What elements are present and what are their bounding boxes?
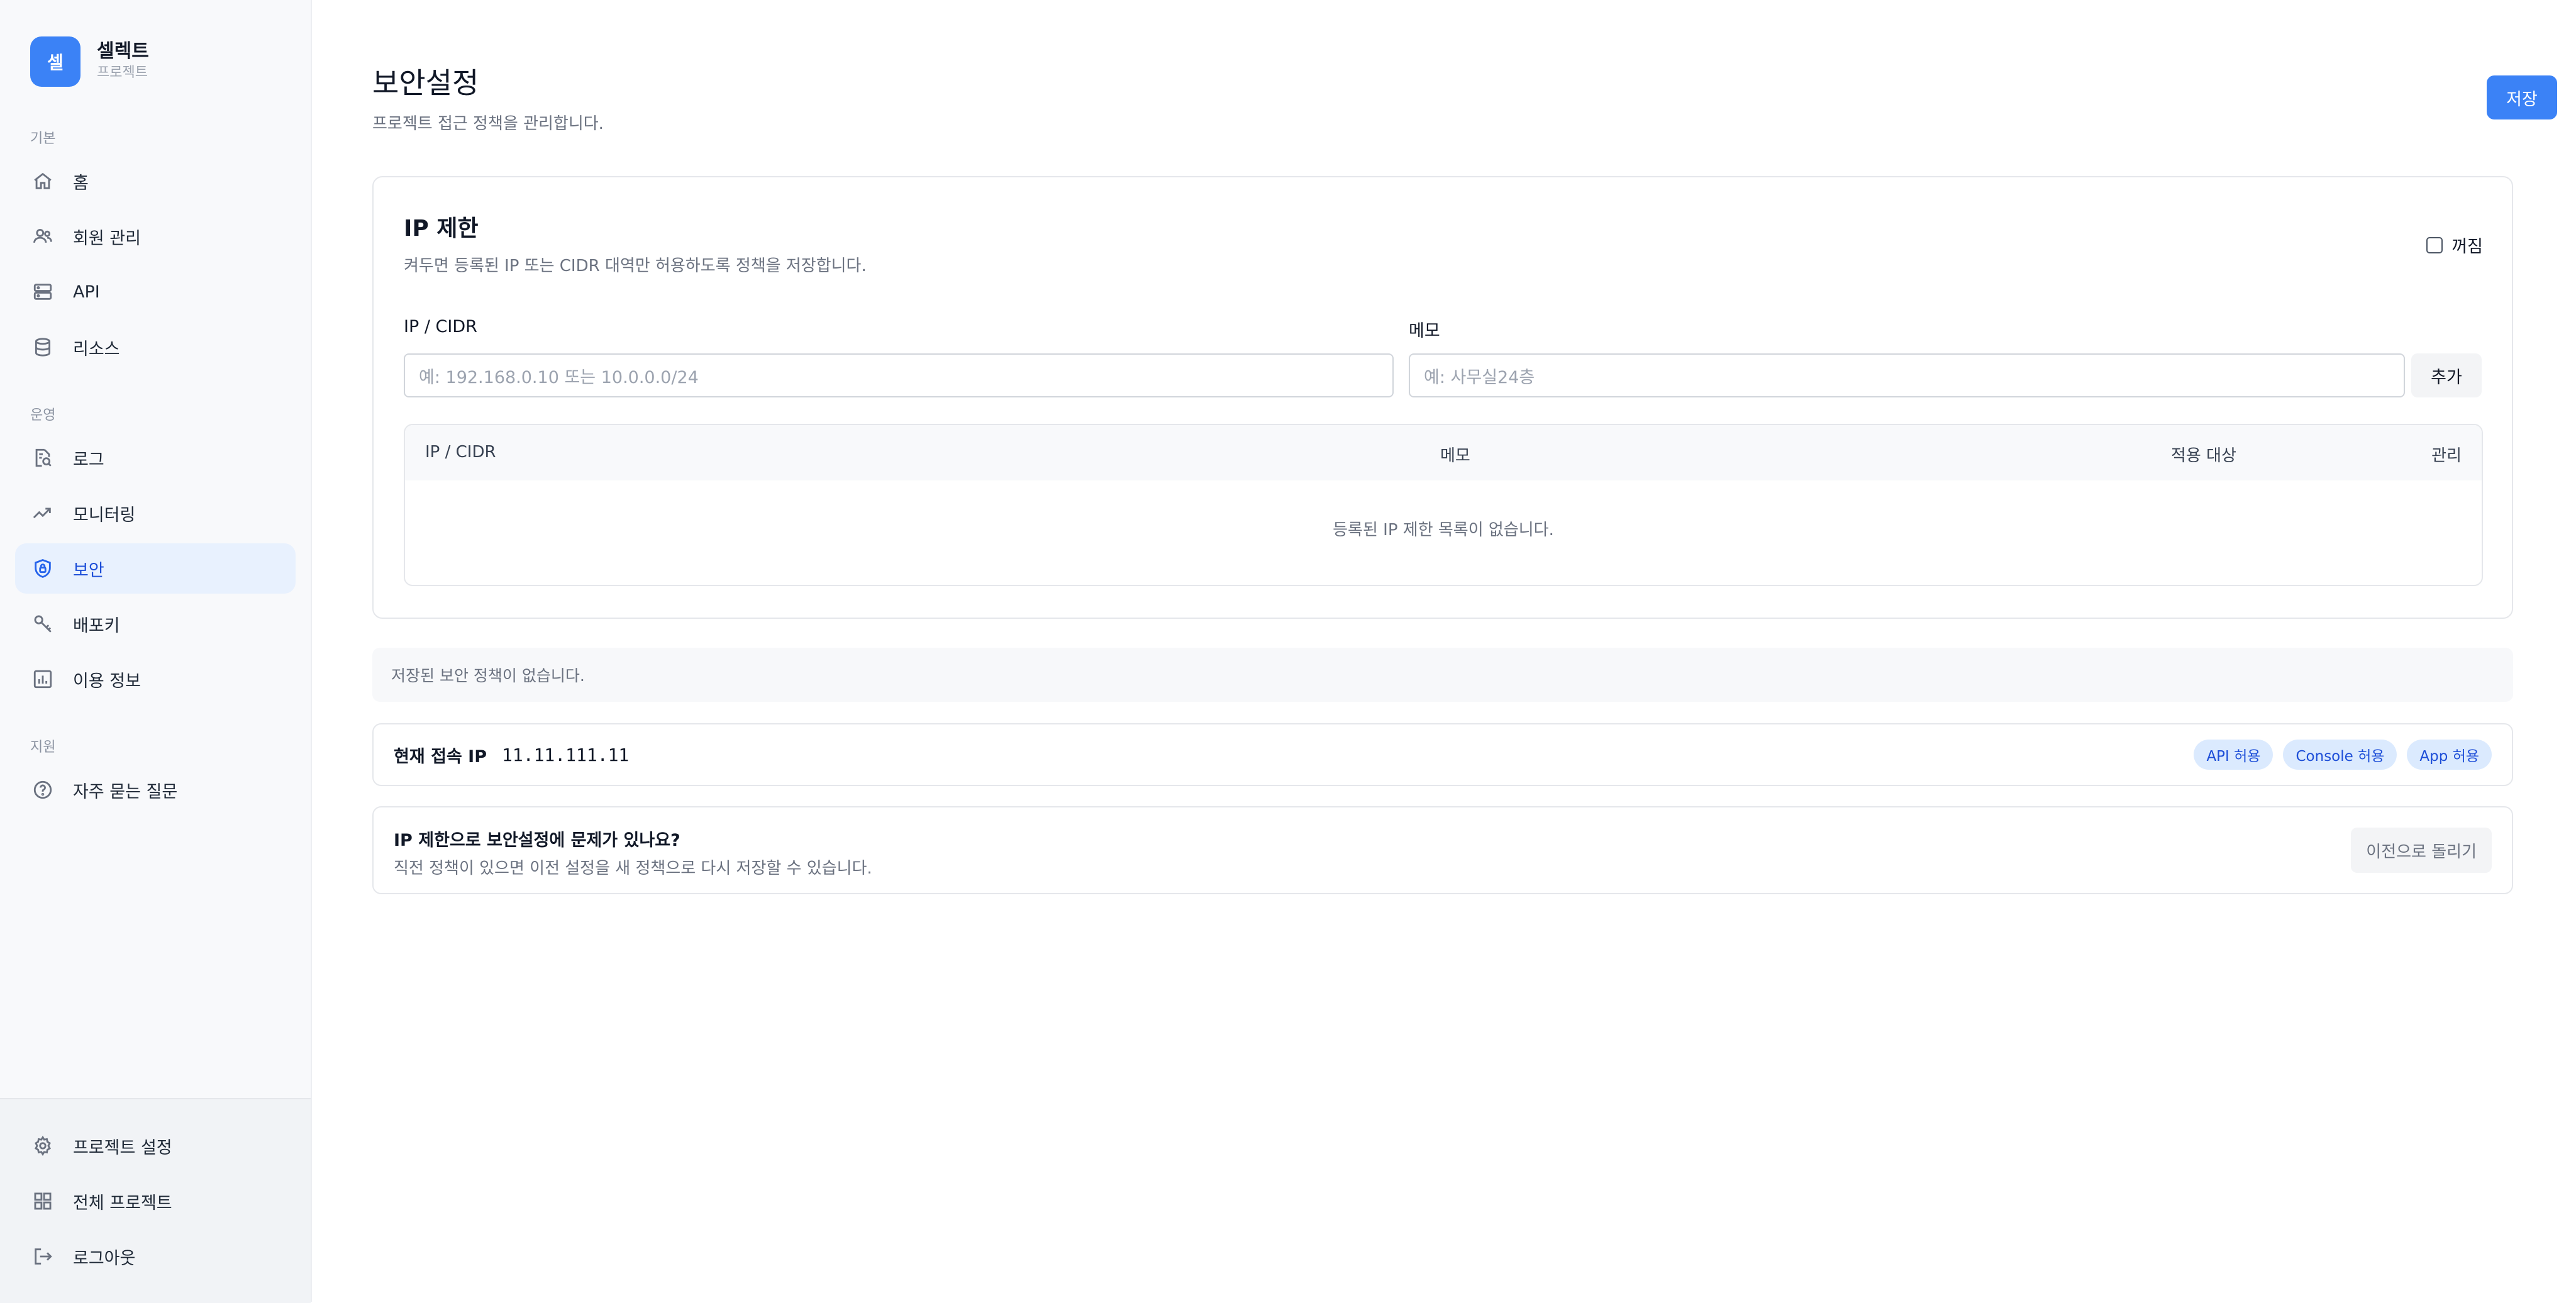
users-icon [30, 224, 55, 249]
memo-field-label: 메모 [1409, 321, 1440, 341]
shield-lock-icon [30, 556, 55, 581]
help-title: IP 제한으로 보안설정에 문제가 있나요? [394, 831, 680, 850]
sidebar-item-label: 로그 [73, 450, 104, 470]
page-title: 보안설정 [372, 66, 479, 100]
log-search-icon [30, 445, 55, 470]
table-header: IP / CIDR 메모 적용 대상 관리 [405, 425, 2482, 480]
database-icon [30, 335, 55, 360]
gear-icon [30, 1133, 55, 1158]
sidebar-item-label: API [73, 282, 100, 302]
sidebar-item-api[interactable]: API [15, 267, 296, 317]
ip-restriction-toggle[interactable]: 꺼짐 [2426, 233, 2483, 257]
ip-cidr-input[interactable]: 예: 192.168.0.10 또는 10.0.0.0/24 [404, 353, 1394, 397]
help-box: IP 제한으로 보안설정에 문제가 있나요? 직전 정책이 있으면 이전 설정을… [372, 806, 2513, 894]
column-header-manage: 관리 [2431, 446, 2462, 465]
status-badge-console: Console 허용 [2283, 740, 2397, 770]
sidebar-item-label: 로그아웃 [73, 1248, 136, 1268]
status-badge-api: API 허용 [2194, 740, 2273, 770]
sidebar-item-label: 이용 정보 [73, 671, 141, 691]
memo-input[interactable]: 예: 사무실24층 [1409, 353, 2405, 397]
help-description: 직전 정책이 있으면 이전 설정을 새 정책으로 다시 저장할 수 있습니다. [394, 859, 872, 878]
status-badge-app: App 허용 [2407, 740, 2492, 770]
sidebar-item-project-settings[interactable]: 프로젝트 설정 [15, 1121, 296, 1171]
save-button[interactable]: 저장 [2487, 75, 2557, 119]
current-ip-label: 현재 접속 IP [394, 746, 487, 767]
current-ip-row: 현재 접속 IP 11.11.111.11 API 허용 Console 허용 … [372, 723, 2513, 786]
trend-icon [30, 501, 55, 526]
section-label-basic: 기본 [30, 131, 56, 147]
sidebar-item-label: 보안 [73, 560, 104, 580]
brand-logo: 셀 [30, 36, 80, 87]
sidebar-item-label: 리소스 [73, 339, 120, 359]
server-icon [30, 279, 55, 304]
column-header-memo: 메모 [1440, 446, 1470, 465]
ip-restriction-description: 켜두면 등록된 IP 또는 CIDR 대역만 허용하도록 정책을 저장합니다. [404, 257, 867, 275]
revert-button[interactable]: 이전으로 돌리기 [2351, 828, 2492, 873]
sidebar-item-label: 홈 [73, 173, 89, 193]
sidebar-item-monitoring[interactable]: 모니터링 [15, 488, 296, 538]
brand-name: 셀렉트 [97, 40, 149, 62]
sidebar-item-security[interactable]: 보안 [15, 543, 296, 594]
brand-text: 셀렉트 프로젝트 [97, 40, 149, 83]
sidebar-item-members[interactable]: 회원 관리 [15, 211, 296, 262]
sidebar-item-deploy-key[interactable]: 배포키 [15, 599, 296, 649]
brand[interactable]: 셀 셀렉트 프로젝트 [30, 36, 149, 87]
sidebar-item-label: 자주 묻는 질문 [73, 782, 178, 802]
sidebar-item-logs[interactable]: 로그 [15, 433, 296, 483]
sidebar-item-usage[interactable]: 이용 정보 [15, 654, 296, 704]
grid-icon [30, 1189, 55, 1214]
sidebar: 셀 셀렉트 프로젝트 기본 홈 회원 관리 API 리소스 운영 로그 모니터링… [0, 0, 312, 1303]
sidebar-item-label: 프로젝트 설정 [73, 1138, 172, 1158]
home-icon [30, 169, 55, 194]
policy-notice: 저장된 보안 정책이 없습니다. [372, 648, 2513, 702]
ip-restriction-table: IP / CIDR 메모 적용 대상 관리 등록된 IP 제한 목록이 없습니다… [404, 424, 2483, 586]
section-label-operations: 운영 [30, 408, 56, 423]
sidebar-item-home[interactable]: 홈 [15, 156, 296, 206]
sidebar-item-resources[interactable]: 리소스 [15, 322, 296, 372]
ip-restriction-title: IP 제한 [404, 216, 479, 241]
sidebar-bottom: 프로젝트 설정 전체 프로젝트 로그아웃 [0, 1098, 311, 1303]
sidebar-item-label: 회원 관리 [73, 228, 141, 248]
ip-field-label: IP / CIDR [404, 317, 477, 336]
page-subtitle: 프로젝트 접근 정책을 관리합니다. [372, 114, 604, 133]
access-badges: API 허용 Console 허용 App 허용 [2184, 740, 2492, 770]
column-header-ip: IP / CIDR [425, 443, 496, 462]
help-circle-icon [30, 777, 55, 802]
sidebar-item-label: 배포키 [73, 616, 120, 636]
bar-chart-icon [30, 667, 55, 692]
main-content: 보안설정 프로젝트 접근 정책을 관리합니다. 저장 IP 제한 켜두면 등록된… [312, 0, 2576, 1302]
sidebar-item-all-projects[interactable]: 전체 프로젝트 [15, 1176, 296, 1226]
sidebar-item-label: 전체 프로젝트 [73, 1193, 172, 1213]
key-icon [30, 611, 55, 636]
brand-subtitle: 프로젝트 [97, 65, 148, 80]
app-root: 셀 셀렉트 프로젝트 기본 홈 회원 관리 API 리소스 운영 로그 모니터링… [0, 0, 2576, 1303]
current-ip-value: 11.11.111.11 [502, 744, 630, 765]
sidebar-item-logout[interactable]: 로그아웃 [15, 1231, 296, 1282]
ip-restriction-checkbox[interactable] [2426, 236, 2443, 253]
sidebar-item-label: 모니터링 [73, 505, 136, 525]
ip-restriction-toggle-label: 꺼짐 [2451, 237, 2483, 257]
logout-icon [30, 1244, 55, 1269]
add-ip-button[interactable]: 추가 [2411, 353, 2482, 397]
column-header-target: 적용 대상 [2171, 446, 2236, 465]
ip-restriction-card: IP 제한 켜두면 등록된 IP 또는 CIDR 대역만 허용하도록 정책을 저… [372, 176, 2513, 619]
table-empty-message: 등록된 IP 제한 목록이 없습니다. [1333, 521, 1554, 540]
section-label-support: 지원 [30, 740, 56, 755]
sidebar-item-faq[interactable]: 자주 묻는 질문 [15, 765, 296, 815]
